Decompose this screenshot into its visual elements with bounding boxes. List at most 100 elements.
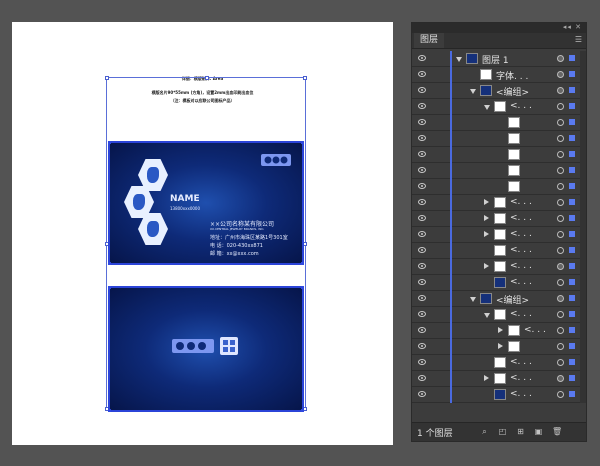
- collapse-arrow-icon[interactable]: [484, 313, 490, 318]
- target-circle-icon[interactable]: [557, 231, 564, 238]
- target-circle-icon[interactable]: [557, 247, 564, 254]
- visibility-eye-icon[interactable]: [418, 71, 426, 77]
- scrollbar-track[interactable]: [580, 371, 586, 387]
- anchor-point[interactable]: [108, 262, 111, 265]
- create-sublayer-icon[interactable]: ⊞: [516, 427, 525, 436]
- visibility-eye-icon[interactable]: [418, 87, 426, 93]
- layer-label[interactable]: <. . .: [510, 197, 532, 207]
- selection-indicator[interactable]: [569, 119, 575, 125]
- visibility-eye-icon[interactable]: [418, 55, 426, 61]
- layer-label[interactable]: <. . .: [510, 357, 532, 367]
- tab-layers[interactable]: 图层: [414, 33, 445, 48]
- visibility-eye-icon[interactable]: [418, 151, 426, 157]
- layers-panel[interactable]: ◂◂ ✕ 图层 ☰ 图层 1 字体. . . <编组> <. . . <. . . <. …: [411, 22, 587, 442]
- target-circle-icon[interactable]: [557, 119, 564, 126]
- selection-indicator[interactable]: [569, 279, 575, 285]
- layer-row[interactable]: [412, 131, 586, 147]
- layer-row[interactable]: [412, 339, 586, 355]
- visibility-eye-icon[interactable]: [418, 135, 426, 141]
- expand-arrow-icon[interactable]: [498, 327, 503, 333]
- selection-indicator[interactable]: [569, 311, 575, 317]
- anchor-point[interactable]: [108, 409, 111, 412]
- layer-row[interactable]: <. . .: [412, 355, 586, 371]
- selection-indicator[interactable]: [569, 343, 575, 349]
- visibility-eye-icon[interactable]: [418, 167, 426, 173]
- expand-arrow-icon[interactable]: [484, 375, 489, 381]
- layer-row[interactable]: <. . .: [412, 387, 586, 403]
- layer-row[interactable]: <编组>: [412, 83, 586, 99]
- selection-handle[interactable]: [105, 76, 109, 80]
- selection-indicator[interactable]: [569, 135, 575, 141]
- scrollbar-track[interactable]: [580, 67, 586, 83]
- target-circle-icon[interactable]: [557, 295, 564, 302]
- selection-indicator[interactable]: [569, 87, 575, 93]
- collapse-arrow-icon[interactable]: [456, 57, 462, 62]
- visibility-eye-icon[interactable]: [418, 247, 426, 253]
- create-layer-icon[interactable]: ▣: [534, 427, 543, 436]
- target-circle-icon[interactable]: [557, 327, 564, 334]
- scrollbar-track[interactable]: [580, 259, 586, 275]
- scrollbar-track[interactable]: [580, 275, 586, 291]
- layer-row[interactable]: <编组>: [412, 291, 586, 307]
- layer-label[interactable]: <. . .: [510, 213, 532, 223]
- layer-label[interactable]: <. . .: [510, 245, 532, 255]
- visibility-eye-icon[interactable]: [418, 295, 426, 301]
- layer-row[interactable]: [412, 163, 586, 179]
- scrollbar-track[interactable]: [580, 387, 586, 403]
- layer-row[interactable]: [412, 147, 586, 163]
- layer-row[interactable]: [412, 115, 586, 131]
- layer-row[interactable]: <. . .: [412, 227, 586, 243]
- expand-arrow-icon[interactable]: [484, 215, 489, 221]
- layer-row[interactable]: <. . .: [412, 275, 586, 291]
- selection-indicator[interactable]: [569, 215, 575, 221]
- layer-label[interactable]: <编组>: [496, 85, 529, 98]
- scrollbar-track[interactable]: [580, 323, 586, 339]
- target-circle-icon[interactable]: [557, 359, 564, 366]
- layer-label[interactable]: <. . .: [510, 373, 532, 383]
- layer-label[interactable]: <. . .: [510, 389, 532, 399]
- scrollbar-track[interactable]: [580, 51, 586, 67]
- target-circle-icon[interactable]: [557, 71, 564, 78]
- selection-indicator[interactable]: [569, 151, 575, 157]
- selection-indicator[interactable]: [569, 199, 575, 205]
- scrollbar-track[interactable]: [580, 195, 586, 211]
- collapse-arrow-icon[interactable]: [484, 105, 490, 110]
- anchor-point[interactable]: [301, 141, 304, 144]
- selection-indicator[interactable]: [569, 167, 575, 173]
- layer-row[interactable]: 图层 1: [412, 51, 586, 67]
- scrollbar-track[interactable]: [580, 355, 586, 371]
- scrollbar-track[interactable]: [580, 227, 586, 243]
- selection-indicator[interactable]: [569, 103, 575, 109]
- layer-row[interactable]: [412, 179, 586, 195]
- layer-label[interactable]: <. . .: [510, 261, 532, 271]
- anchor-point[interactable]: [108, 286, 111, 289]
- selection-indicator[interactable]: [569, 183, 575, 189]
- layer-row[interactable]: <. . .: [412, 99, 586, 115]
- selection-indicator[interactable]: [569, 55, 575, 61]
- make-clipping-mask-icon[interactable]: ◰: [498, 427, 507, 436]
- scrollbar-track[interactable]: [580, 179, 586, 195]
- target-circle-icon[interactable]: [557, 215, 564, 222]
- panel-menu-icon[interactable]: ☰: [575, 35, 582, 44]
- artboard[interactable]: 详细：横版制作. Area 横版名片90*55mm (方角)，设置2mm出血印刷…: [12, 22, 393, 445]
- expand-arrow-icon[interactable]: [484, 231, 489, 237]
- visibility-eye-icon[interactable]: [418, 199, 426, 205]
- layer-row[interactable]: <. . .: [412, 243, 586, 259]
- layer-label[interactable]: <编组>: [496, 293, 529, 306]
- business-card-back[interactable]: [108, 286, 304, 412]
- visibility-eye-icon[interactable]: [418, 103, 426, 109]
- visibility-eye-icon[interactable]: [418, 263, 426, 269]
- expand-arrow-icon[interactable]: [484, 263, 489, 269]
- layer-label[interactable]: <. . .: [524, 325, 546, 335]
- layer-row[interactable]: <. . .: [412, 211, 586, 227]
- layer-label[interactable]: <. . .: [510, 277, 532, 287]
- target-circle-icon[interactable]: [557, 55, 564, 62]
- layer-label[interactable]: <. . .: [510, 229, 532, 239]
- expand-arrow-icon[interactable]: [484, 199, 489, 205]
- selection-indicator[interactable]: [569, 263, 575, 269]
- layer-row[interactable]: <. . .: [412, 259, 586, 275]
- collapse-arrow-icon[interactable]: [470, 297, 476, 302]
- selection-indicator[interactable]: [569, 247, 575, 253]
- expand-arrow-icon[interactable]: [498, 343, 503, 349]
- scrollbar-track[interactable]: [580, 243, 586, 259]
